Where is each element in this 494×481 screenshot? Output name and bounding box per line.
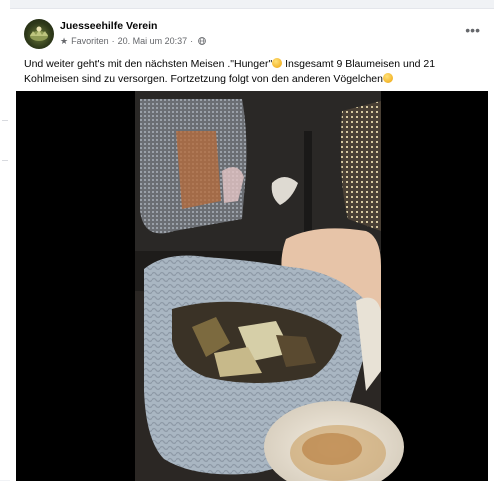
avatar[interactable] <box>24 19 54 49</box>
divider <box>2 120 8 121</box>
post-author[interactable]: Juesseehilfe Verein <box>60 20 157 32</box>
video-player[interactable] <box>16 91 488 481</box>
more-options-icon[interactable]: ••• <box>465 23 480 37</box>
post-card: Juesseehilfe Verein ★ Favoriten · 20. Ma… <box>10 8 494 481</box>
grinning-sweat-emoji-icon <box>272 58 283 68</box>
post-text-part1: Und weiter geht's mit den nächsten Meise… <box>24 58 273 70</box>
star-icon: ★ <box>60 35 69 46</box>
left-navigation-strip <box>0 0 10 480</box>
favorites-label[interactable]: Favoriten <box>71 36 109 46</box>
meta-separator: · <box>111 36 115 46</box>
post-date[interactable]: 20. Mai um 20:37 <box>118 36 188 46</box>
post-text: Und weiter geht's mit den nächsten Meise… <box>24 57 482 87</box>
video-frame <box>135 91 404 481</box>
post-meta: ★ Favoriten · 20. Mai um 20:37 · <box>60 36 206 46</box>
meta-separator: · <box>190 36 194 46</box>
divider <box>2 160 8 161</box>
grinning-sweat-emoji-icon <box>382 73 393 83</box>
globe-icon <box>198 37 206 45</box>
